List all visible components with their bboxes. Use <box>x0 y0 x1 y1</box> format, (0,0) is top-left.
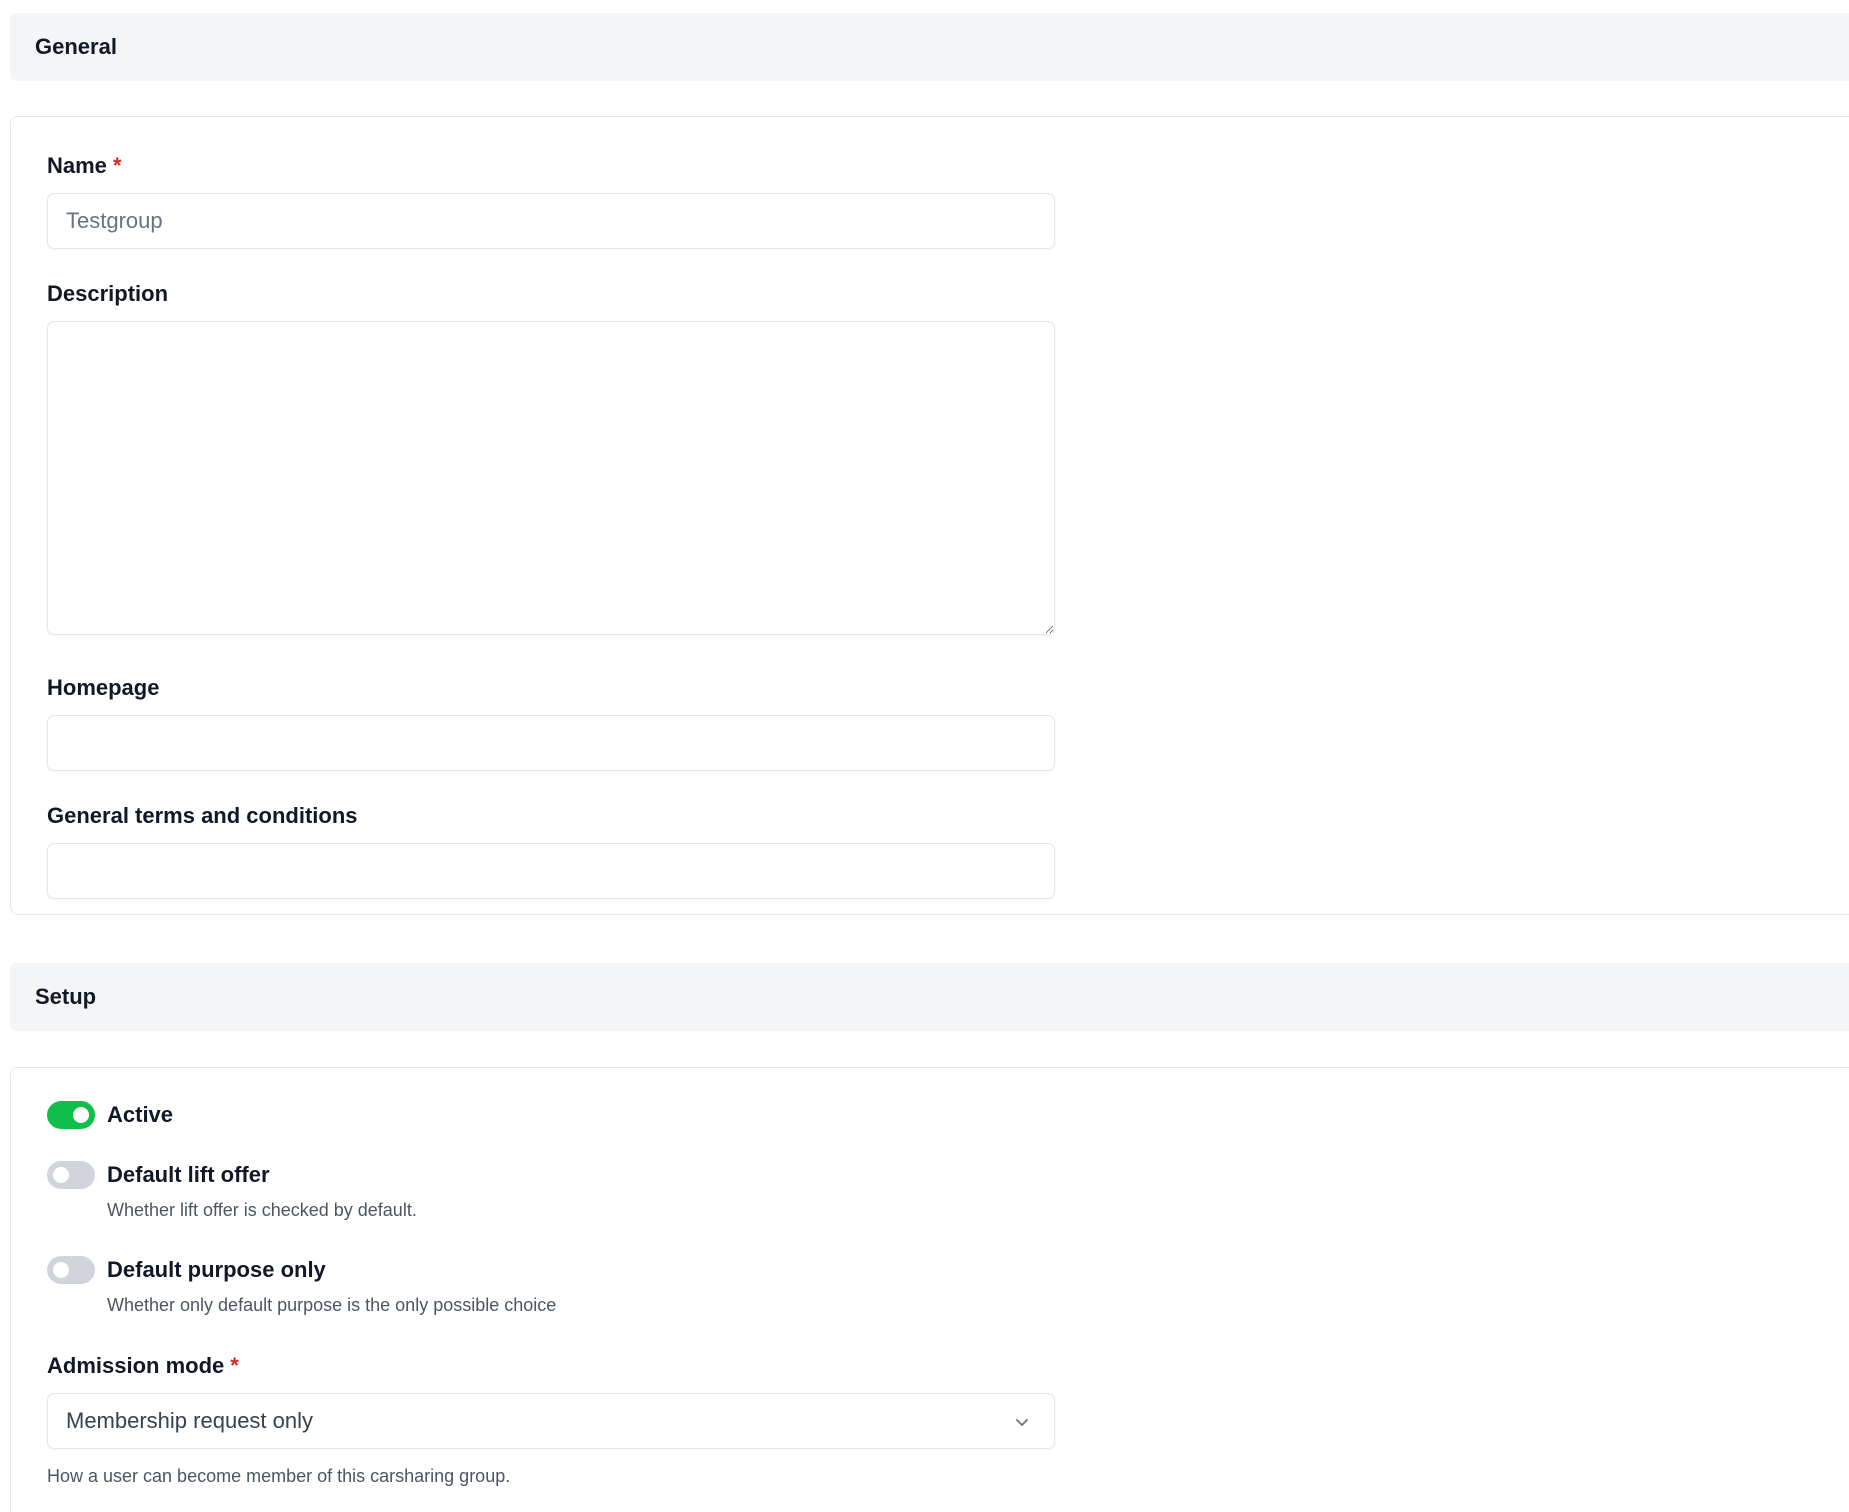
section-header-setup: Setup <box>10 963 1849 1031</box>
admission-mode-help: How a user can become member of this car… <box>47 1466 511 1486</box>
form-page: General Name* Description Homepage Gener… <box>0 0 1849 1512</box>
chevron-down-icon <box>1016 1419 1028 1426</box>
toggle-knob <box>53 1167 69 1183</box>
toggle-knob <box>73 1107 89 1123</box>
admission-mode-label-text: Admission mode <box>47 1353 225 1378</box>
default-lift-offer-label: Default lift offer <box>107 1162 270 1187</box>
description-textarea[interactable] <box>47 321 1055 635</box>
toggle-row-active: Active <box>47 1101 173 1129</box>
default-purpose-only-help: Whether only default purpose is the only… <box>107 1295 557 1315</box>
terms-input[interactable] <box>47 843 1055 899</box>
admission-mode-select[interactable]: Membership request only <box>47 1393 1055 1449</box>
toggle-row-default-lift-offer: Default lift offer <box>47 1161 270 1189</box>
default-purpose-only-toggle[interactable] <box>47 1256 95 1284</box>
required-mark: * <box>230 1353 239 1378</box>
homepage-label: Homepage <box>47 675 160 700</box>
description-label: Description <box>47 281 169 306</box>
active-toggle[interactable] <box>47 1101 95 1129</box>
name-label: Name * <box>47 153 121 179</box>
name-input[interactable] <box>47 193 1055 249</box>
default-lift-offer-toggle[interactable] <box>47 1161 95 1189</box>
admission-mode-selected: Membership request only <box>66 1408 314 1433</box>
name-label-text: Name <box>47 153 107 178</box>
active-toggle-label: Active <box>107 1102 174 1127</box>
default-purpose-only-label: Default purpose only <box>107 1257 326 1282</box>
section-title-general: General <box>35 34 117 59</box>
section-header-general: General <box>10 13 1849 81</box>
toggle-knob <box>53 1262 69 1278</box>
required-mark: * <box>112 153 122 178</box>
terms-label: General terms and conditions <box>47 803 358 828</box>
toggle-row-default-purpose-only: Default purpose only <box>47 1256 326 1284</box>
admission-mode-label: Admission mode * <box>47 1353 239 1379</box>
section-title-setup: Setup <box>35 984 97 1009</box>
homepage-input[interactable] <box>47 715 1055 771</box>
default-lift-offer-help: Whether lift offer is checked by default… <box>107 1200 417 1220</box>
